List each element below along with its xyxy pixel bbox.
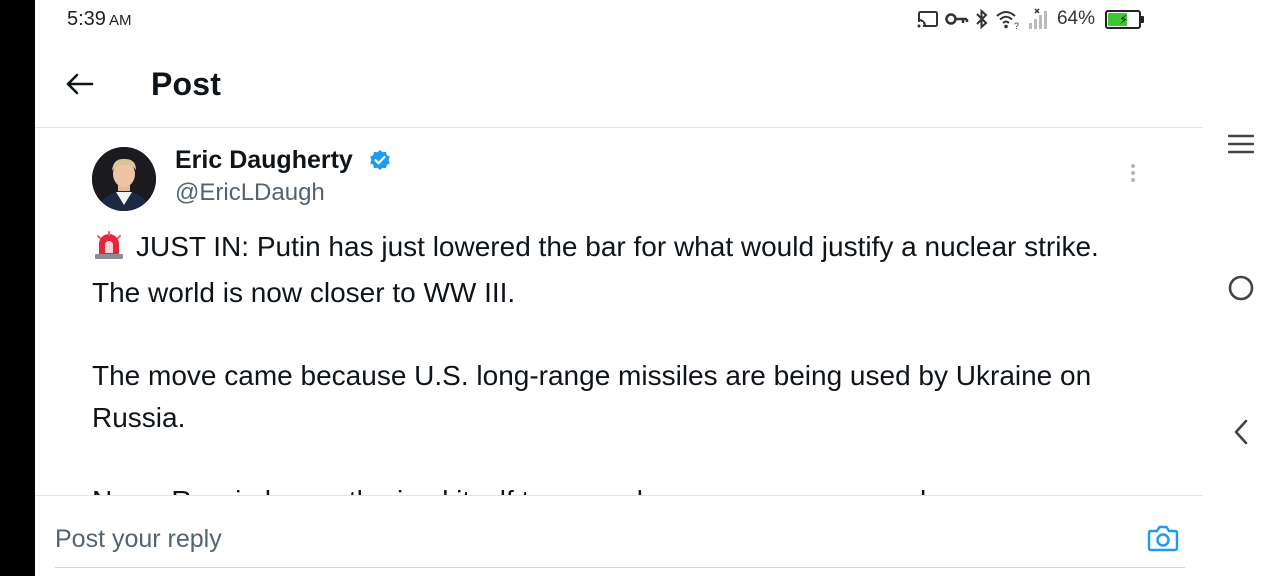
post-paragraph: Now , Russia has authorized itself to us… [92, 480, 1152, 495]
status-bar: 5:39 AM ? 64% ⚡ [35, 0, 1203, 40]
reply-bar [35, 495, 1203, 576]
app-header: Post [35, 40, 1203, 128]
reply-input[interactable] [55, 522, 1095, 556]
left-screen-edge [0, 0, 35, 576]
home-circle-icon [1228, 275, 1254, 301]
cellular-signal-icon [1027, 8, 1049, 30]
more-options-button[interactable] [1119, 159, 1147, 187]
system-nav-bar [1203, 40, 1280, 576]
home-button[interactable] [1221, 268, 1261, 308]
camera-icon [1147, 525, 1179, 552]
post-paragraph: JUST IN: Putin has just lowered the bar … [92, 226, 1152, 314]
svg-text:?: ? [1014, 21, 1019, 30]
reply-underline [55, 567, 1185, 568]
author-handle[interactable]: @EricLDaugh [175, 179, 325, 207]
status-time-value: 5:39 [67, 8, 106, 30]
post-body: JUST IN: Putin has just lowered the bar … [92, 226, 1152, 495]
avatar[interactable] [92, 147, 156, 211]
battery-icon: ⚡ [1105, 9, 1144, 29]
page-title: Post [151, 66, 222, 102]
verified-badge-icon [369, 149, 391, 176]
more-vertical-icon [1131, 164, 1135, 182]
phone-screen: 5:39 AM ? 64% ⚡ Post Eric Daugherty @Eri… [35, 0, 1280, 576]
system-back-button[interactable] [1221, 412, 1261, 452]
author-name[interactable]: Eric Daugherty [175, 146, 353, 175]
recent-apps-button[interactable] [1221, 124, 1261, 164]
back-chevron-icon [1234, 419, 1248, 445]
vpn-key-icon [945, 9, 969, 29]
bluetooth-icon [975, 8, 989, 30]
back-button[interactable] [59, 64, 99, 104]
menu-icon [1228, 134, 1254, 154]
status-icons: ? 64% ⚡ [916, 8, 1144, 30]
post-paragraph-text: JUST IN: Putin has just lowered the bar … [92, 231, 1099, 308]
battery-percent: 64% [1056, 8, 1095, 29]
camera-button[interactable] [1145, 520, 1181, 556]
status-time: 5:39 AM [67, 8, 131, 31]
status-time-ampm: AM [108, 12, 132, 29]
post: Eric Daugherty @EricLDaugh JUST IN: Puti… [35, 129, 1203, 495]
battery-fill: ⚡ [1108, 12, 1128, 27]
cast-icon [916, 9, 939, 29]
wifi-icon: ? [995, 8, 1021, 30]
arrow-left-icon [66, 73, 94, 95]
post-paragraph: The move came because U.S. long-range mi… [92, 360, 1092, 433]
police-siren-icon [92, 230, 126, 272]
